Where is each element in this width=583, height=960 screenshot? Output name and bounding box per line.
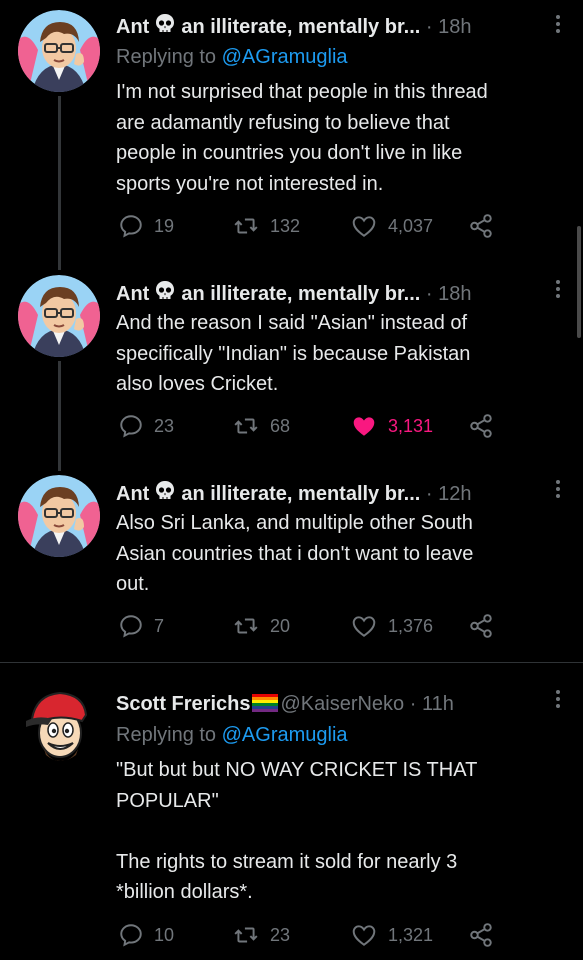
- tweet-text: Also Sri Lanka, and multiple other South…: [116, 512, 474, 595]
- retweet-icon: [234, 618, 258, 634]
- reply-icon: [120, 215, 142, 238]
- share-icon: [470, 414, 492, 438]
- replying-handle-link[interactable]: @AGramuglia: [222, 46, 348, 68]
- share-button[interactable]: [468, 613, 494, 639]
- like-button[interactable]: 3,131: [350, 413, 433, 439]
- avatar-image: [18, 685, 100, 767]
- like-count: 1,376: [388, 615, 434, 636]
- tweet-actions: 19 132 4,037: [118, 213, 558, 239]
- retweet-icon: [234, 418, 258, 434]
- like-button[interactable]: 1,321: [350, 922, 433, 948]
- tweet-text: And the reason I said "Asian" instead of…: [116, 312, 471, 395]
- tweet[interactable]: Ant an illiterate, mentally br... · 18h R…: [0, 0, 583, 270]
- tweet-header: Ant an illiterate, mentally br... · 18h: [116, 12, 543, 43]
- tweet-header: Scott Frerichs @KaiserNeko · 11h: [116, 691, 543, 719]
- skull-icon: [153, 279, 177, 310]
- tweet-text: I'm not surprised that people in this th…: [116, 81, 488, 195]
- reply-icon: [120, 415, 142, 438]
- replying-to: Replying to @AGramuglia: [116, 722, 348, 748]
- display-name-suffix[interactable]: an illiterate, mentally br...: [181, 16, 420, 38]
- skull-icon: [153, 12, 177, 43]
- share-button[interactable]: [468, 922, 494, 948]
- display-name-suffix[interactable]: an illiterate, mentally br...: [181, 283, 420, 305]
- reply-count: 23: [154, 415, 175, 436]
- avatar-image: [18, 10, 100, 92]
- reply-button[interactable]: 19: [118, 213, 174, 239]
- replying-label: Replying to: [116, 724, 222, 746]
- reply-button[interactable]: 23: [118, 413, 174, 439]
- like-icon: [352, 216, 376, 237]
- avatar-image: [18, 475, 100, 557]
- reply-button[interactable]: 7: [118, 613, 164, 639]
- tweet-actions: 10 23 1,321: [118, 922, 558, 948]
- tweet-header: Ant an illiterate, mentally br... · 12h: [116, 479, 543, 510]
- tweet[interactable]: Ant an illiterate, mentally br... · 18h A…: [0, 265, 583, 471]
- pride-flag-icon: [252, 693, 279, 719]
- display-name[interactable]: Ant: [116, 16, 149, 38]
- timestamp[interactable]: · 12h: [426, 483, 472, 505]
- tweet-text: "But but but NO WAY CRICKET IS THAT POPU…: [116, 759, 478, 903]
- avatar-image: [18, 275, 100, 357]
- retweet-icon: [234, 218, 258, 234]
- retweet-count: 20: [270, 615, 291, 636]
- like-count: 4,037: [388, 215, 434, 236]
- timestamp[interactable]: · 18h: [426, 283, 472, 305]
- reply-button[interactable]: 10: [118, 922, 174, 948]
- retweet-button[interactable]: 20: [232, 613, 290, 639]
- like-button[interactable]: 4,037: [350, 213, 433, 239]
- more-icon[interactable]: [555, 279, 561, 303]
- replying-label: Replying to: [116, 46, 222, 68]
- reply-icon: [120, 924, 142, 947]
- like-icon-filled: [353, 417, 375, 436]
- retweet-count: 68: [270, 415, 291, 436]
- reply-icon: [120, 615, 142, 638]
- replying-handle-link[interactable]: @AGramuglia: [222, 724, 348, 746]
- retweet-button[interactable]: 68: [232, 413, 290, 439]
- handle[interactable]: @KaiserNeko: [280, 693, 404, 715]
- tweet[interactable]: Scott Frerichs @KaiserNeko · 11h Replying…: [0, 663, 583, 960]
- skull-icon: [153, 479, 177, 510]
- display-name[interactable]: Ant: [116, 483, 149, 505]
- reply-count: 19: [154, 215, 175, 236]
- share-button[interactable]: [468, 213, 494, 239]
- tweet[interactable]: Ant an illiterate, mentally br... · 12h A…: [0, 465, 583, 662]
- thread-line: [58, 96, 61, 270]
- share-icon: [470, 214, 492, 238]
- retweet-button[interactable]: 23: [232, 922, 290, 948]
- like-icon: [352, 616, 376, 637]
- display-name-suffix[interactable]: an illiterate, mentally br...: [181, 483, 420, 505]
- share-icon: [470, 614, 492, 638]
- retweet-icon: [234, 927, 258, 943]
- more-icon[interactable]: [555, 14, 561, 38]
- like-icon: [352, 925, 376, 946]
- tweet-header: Ant an illiterate, mentally br... · 18h: [116, 279, 543, 310]
- more-icon[interactable]: [555, 479, 561, 503]
- tweet-actions: 7 20 1,376: [118, 613, 558, 639]
- avatar[interactable]: [18, 10, 100, 92]
- timestamp[interactable]: · 11h: [410, 693, 454, 715]
- retweet-button[interactable]: 132: [232, 213, 300, 239]
- timestamp[interactable]: · 18h: [426, 16, 472, 38]
- retweet-count: 132: [270, 215, 301, 236]
- reply-count: 10: [154, 924, 175, 945]
- display-name[interactable]: Ant: [116, 283, 149, 305]
- reply-count: 7: [154, 615, 165, 636]
- display-name[interactable]: Scott Frerichs: [116, 693, 250, 715]
- replying-to: Replying to @AGramuglia: [116, 44, 348, 70]
- like-button[interactable]: 1,376: [350, 613, 433, 639]
- like-count: 1,321: [388, 924, 434, 945]
- tweet-actions: 23 68 3,131: [118, 413, 558, 439]
- avatar[interactable]: [18, 475, 100, 557]
- avatar[interactable]: [18, 275, 100, 357]
- retweet-count: 23: [270, 924, 291, 945]
- share-icon: [470, 923, 492, 947]
- more-icon[interactable]: [555, 689, 561, 713]
- like-count: 3,131: [388, 415, 434, 436]
- thread-line: [58, 361, 61, 471]
- share-button[interactable]: [468, 413, 494, 439]
- avatar[interactable]: [18, 685, 100, 767]
